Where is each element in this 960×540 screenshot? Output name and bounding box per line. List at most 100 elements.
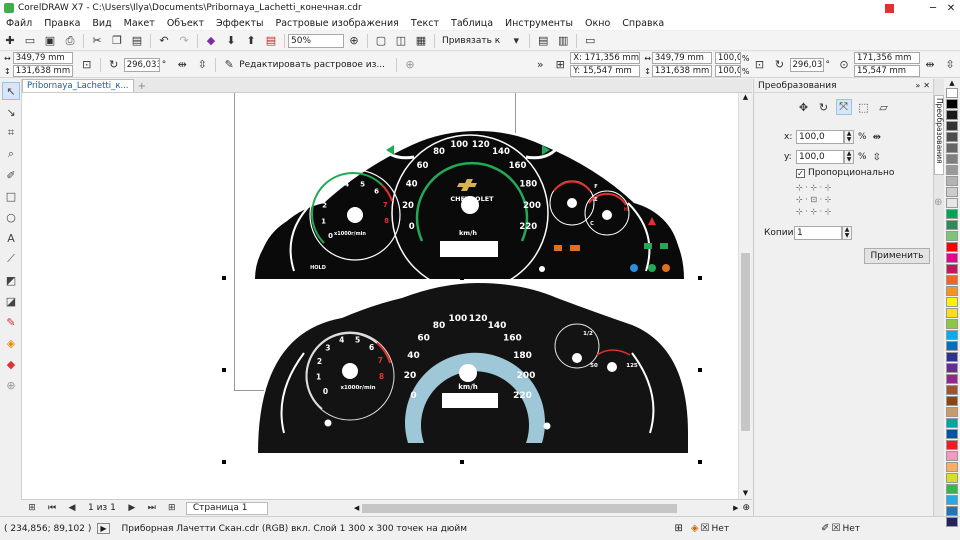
docker-add-icon[interactable]: ⊕ [934, 197, 942, 208]
lock-ratio-icon[interactable]: ⊡ [752, 57, 768, 73]
zoom-navigator-icon[interactable]: ⊕ [742, 503, 750, 513]
menu-item[interactable]: Справка [616, 18, 670, 29]
color-swatch[interactable] [946, 121, 958, 131]
color-swatch[interactable] [946, 352, 958, 362]
selection-handle[interactable] [222, 368, 226, 372]
mirror-horizontal-icon[interactable]: ⇹ [873, 132, 881, 143]
proportional-checkbox[interactable]: ✓ [796, 168, 805, 178]
selection-handle[interactable] [698, 460, 702, 464]
color-swatch[interactable] [946, 154, 958, 164]
color-swatch[interactable] [946, 341, 958, 351]
menu-item[interactable]: Текст [405, 18, 445, 29]
color-swatch[interactable] [946, 165, 958, 175]
scroll-left-icon[interactable]: ◀ [354, 504, 359, 512]
new-tab-icon[interactable]: + [138, 81, 146, 92]
open-icon[interactable]: ▭ [22, 33, 38, 49]
color-swatch[interactable] [946, 110, 958, 120]
color-swatch[interactable] [946, 220, 958, 230]
menu-item[interactable]: Файл [0, 18, 38, 29]
shape-tool-icon[interactable]: ↘ [2, 103, 20, 121]
menu-item[interactable]: Инструменты [499, 18, 579, 29]
scale-x-spinner[interactable]: ▲ ▼ [844, 130, 854, 144]
interactive-fill-tool-icon[interactable]: ◈ [2, 334, 20, 352]
color-swatch[interactable] [946, 429, 958, 439]
scroll-down-icon[interactable]: ▼ [739, 489, 752, 499]
menu-item[interactable]: Вид [86, 18, 117, 29]
scale-y-spinner[interactable]: ▲ ▼ [844, 150, 854, 164]
edit-bitmap-icon[interactable]: ✎ [221, 57, 237, 73]
color-swatch[interactable] [946, 187, 958, 197]
freehand-tool-icon[interactable]: ✐ [2, 166, 20, 184]
chevron-down-icon[interactable]: ▾ [508, 33, 524, 49]
transparency-tool-icon[interactable]: ◪ [2, 292, 20, 310]
options-icon[interactable]: ▤ [535, 33, 551, 49]
prev-page-icon[interactable]: ◀ [64, 500, 80, 516]
color-swatch[interactable] [946, 473, 958, 483]
origin-x-field[interactable]: 171,356 mm [854, 52, 920, 64]
color-swatch[interactable] [946, 209, 958, 219]
drop-shadow-tool-icon[interactable]: ◩ [2, 271, 20, 289]
last-page-icon[interactable]: ⏭ [144, 500, 160, 516]
scale-y-field[interactable]: 100,0 [796, 150, 844, 164]
redo-icon[interactable]: ↷ [176, 33, 192, 49]
next-page-icon[interactable]: ▶ [124, 500, 140, 516]
color-swatch[interactable] [946, 440, 958, 450]
save-icon[interactable]: ▣ [42, 33, 58, 49]
color-swatch[interactable] [946, 286, 958, 296]
ellipse-tool-icon[interactable]: ○ [2, 208, 20, 226]
selection-handle[interactable] [222, 276, 226, 280]
color-swatch[interactable] [946, 451, 958, 461]
overflow-chevron-icon[interactable]: » [532, 57, 548, 73]
search-content-icon[interactable]: ◆ [203, 33, 219, 49]
color-swatch[interactable] [946, 99, 958, 109]
angle-field[interactable]: 296,033 [789, 57, 824, 72]
parallel-dimension-tool-icon[interactable]: ⟋ [2, 250, 20, 268]
pick-tool-icon[interactable]: ↖ [2, 82, 20, 100]
scale-height-field[interactable]: 100,0 [714, 65, 741, 77]
undo-icon[interactable]: ↶ [156, 33, 172, 49]
color-proof-icon[interactable]: ⊞ [674, 523, 682, 534]
origin-y-field[interactable]: 15,547 mm [854, 65, 920, 77]
zoom-level-field[interactable]: 50% [288, 33, 344, 48]
color-swatch[interactable] [946, 264, 958, 274]
zoom-to-fit-icon[interactable]: ⊕ [346, 33, 362, 49]
color-swatch[interactable] [946, 242, 958, 252]
menu-item[interactable]: Объект [161, 18, 210, 29]
width-left-field[interactable]: 349,79 mm [12, 52, 73, 64]
export-icon[interactable]: ⬆ [243, 33, 259, 49]
cut-icon[interactable]: ✂ [89, 33, 105, 49]
app-red-icon[interactable] [885, 3, 894, 13]
palette-scroll-up-icon[interactable]: ▲ [944, 79, 960, 87]
color-swatch[interactable] [946, 275, 958, 285]
smart-fill-tool-icon[interactable]: ◆ [2, 355, 20, 373]
drawing-canvas[interactable]: CHEVROLET km/h x1000r/min HOLD E F C H 0… [22, 93, 738, 499]
color-swatch[interactable] [946, 385, 958, 395]
crop-tool-icon[interactable]: ⌗ [2, 124, 20, 142]
vertical-scrollbar[interactable]: ▲ ▼ [738, 93, 752, 499]
angle-left-field[interactable]: 296,033 [123, 57, 160, 72]
rectangle-tool-icon[interactable]: □ [2, 187, 20, 205]
copy-icon[interactable]: ❐ [109, 33, 125, 49]
welcome-screen-icon[interactable]: ▭ [582, 33, 598, 49]
print-icon[interactable]: ⎙ [62, 33, 78, 49]
copies-field[interactable]: 1 [794, 226, 842, 240]
docker-collapse-icon[interactable]: » [915, 81, 920, 90]
snap-to-dropdown[interactable]: Привязать к [442, 36, 500, 46]
menu-item[interactable]: Правка [38, 18, 86, 29]
width-field[interactable]: 349,79 mm [651, 52, 712, 64]
height-field[interactable]: 131,638 mm [651, 65, 712, 77]
scroll-right-icon[interactable]: ▶ [733, 504, 738, 512]
menu-item[interactable]: Растровые изображения [269, 18, 404, 29]
color-swatch[interactable] [946, 143, 958, 153]
page-settings-icon[interactable]: ⊞ [24, 500, 40, 516]
color-swatch[interactable] [946, 517, 958, 527]
selection-handle[interactable] [222, 460, 226, 464]
position-transform-icon[interactable]: ✥ [796, 99, 812, 115]
copies-spinner[interactable]: ▲ ▼ [842, 226, 852, 240]
color-swatch[interactable] [946, 297, 958, 307]
lock-ratio-icon[interactable]: ⊡ [79, 57, 95, 73]
color-swatch[interactable] [946, 363, 958, 373]
color-swatch[interactable] [946, 396, 958, 406]
full-screen-icon[interactable]: ▢ [373, 33, 389, 49]
add-page-icon[interactable]: ⊞ [164, 500, 180, 516]
